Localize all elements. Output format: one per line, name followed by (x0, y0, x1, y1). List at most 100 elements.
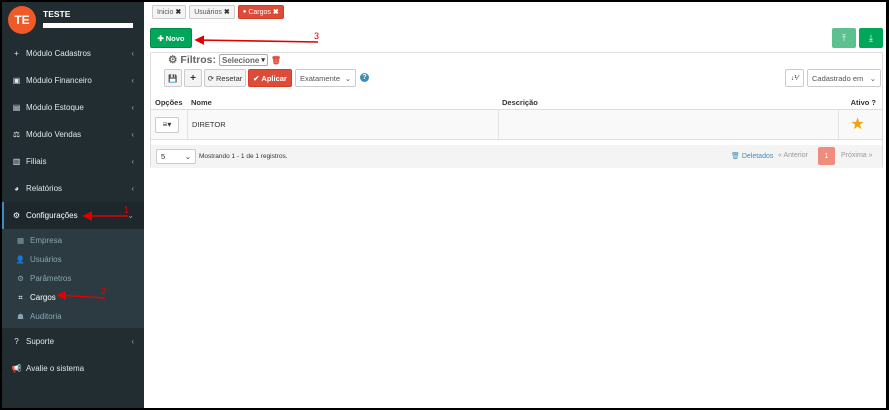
filters-label: Filtros: (180, 54, 217, 66)
chevron-left-icon: ‹ (131, 130, 134, 139)
cargos-table: Opções Nome Descrição Ativo ? ≡▾ DIRETOR… (151, 95, 882, 140)
download-icon: ⤓ (869, 32, 873, 43)
save-icon: 💾 (168, 73, 178, 83)
upload-icon: ⤒ (842, 32, 846, 43)
download-button[interactable]: ⤓ (859, 28, 883, 48)
sidebar-item-avalie[interactable]: 📢 Avalie o sistema (2, 355, 144, 382)
page-size-select[interactable]: 5 ⌄ (156, 149, 196, 164)
building-icon: ▥ (12, 157, 21, 166)
header-options: Opções (155, 97, 183, 107)
sidebar-item-label: Módulo Estoque (26, 103, 84, 112)
submenu-item-auditoria[interactable]: ☗ Auditoria (2, 307, 144, 326)
tab-bar: Inicio ✖ Usuários ✖ ● Cargos ✖ (152, 5, 284, 19)
table-footer: 5 ⌄ Mostrando 1 - 1 de 1 registros. 🗑 De… (151, 145, 882, 168)
pie-chart-icon: ◕ (14, 184, 19, 193)
configuracoes-submenu: ▦ Empresa 👤 Usuários ⚙ Parâmetros ⌗ Carg… (2, 229, 144, 328)
submenu-item-label: Cargos (30, 293, 56, 302)
order-by-select[interactable]: Cadastrado em ⌄ (807, 69, 881, 87)
submenu-item-label: Parâmetros (30, 274, 72, 283)
sidebar-item-label: Módulo Cadastros (26, 49, 91, 58)
plus-icon: + (14, 49, 19, 58)
building-icon: ▦ (16, 236, 25, 245)
apply-button[interactable]: ✔ Aplicar (248, 69, 292, 87)
novo-button[interactable]: ✚ Novo (150, 28, 192, 48)
upload-button[interactable]: ⤒ (832, 28, 856, 48)
check-icon: ✔ (253, 73, 260, 83)
tab-label: Usuários (194, 8, 222, 16)
description-cell (498, 110, 838, 139)
chevron-left-icon: ‹ (131, 103, 134, 112)
sidebar-item-estoque[interactable]: ▤ Módulo Estoque ‹ (2, 94, 144, 121)
bullhorn-icon: 📢 (11, 364, 22, 373)
sidebar-item-financeiro[interactable]: ▣ Módulo Financeiro ‹ (2, 67, 144, 94)
filter-select[interactable]: Selecione ▾ (219, 54, 268, 66)
chevron-down-icon: ⌄ (344, 73, 351, 83)
row-options-button[interactable]: ≡▾ (155, 116, 179, 133)
sidebar-item-cadastros[interactable]: + Módulo Cadastros ‹ (2, 40, 144, 67)
gear-icon: ⚙ (168, 54, 178, 66)
archive-icon: ▤ (12, 103, 21, 112)
tab-cargos[interactable]: ● Cargos ✖ (237, 5, 284, 19)
deleted-link[interactable]: 🗑 Deletados (731, 152, 773, 160)
submenu-item-cargos[interactable]: ⌗ Cargos (2, 288, 144, 307)
deleted-link-label: Deletados (741, 153, 774, 160)
help-icon[interactable]: ? (360, 73, 369, 82)
header-active[interactable]: Ativo ? (838, 98, 882, 107)
close-icon[interactable]: ✖ (175, 8, 181, 16)
refresh-icon: ⟳ (207, 73, 215, 83)
chevron-left-icon: ‹ (131, 337, 134, 346)
user-secret-icon: ☗ (17, 312, 24, 321)
plus-icon: + (190, 72, 196, 84)
trash-icon: 🗑 (731, 153, 740, 160)
chevron-down-icon: ⌄ (869, 73, 876, 83)
sidebar-item-suporte[interactable]: ? Suporte ‹ (2, 328, 144, 355)
pagination-current[interactable]: 1 (818, 147, 835, 165)
options-cell: ≡▾ (151, 116, 187, 133)
header-name[interactable]: Nome (187, 98, 498, 107)
apply-button-label: Aplicar (261, 73, 287, 83)
add-filter-button[interactable]: + (184, 69, 202, 87)
page-size-value: 5 (161, 152, 166, 161)
tab-label: Cargos (248, 8, 271, 16)
chevron-down-icon: ⌄ (184, 152, 191, 161)
app-frame: TE TESTE + Módulo Cadastros ‹ ▣ Módulo F… (2, 2, 886, 408)
sidebar-item-vendas[interactable]: ⚖ Módulo Vendas ‹ (2, 121, 144, 148)
sidebar-item-label: Suporte (26, 337, 55, 346)
pagination-next[interactable]: Próxima » (841, 152, 873, 159)
sort-numeric-icon: ↓⅟ (790, 75, 799, 82)
header-description[interactable]: Descrição (498, 95, 838, 109)
close-icon[interactable]: ✖ (273, 8, 279, 16)
submenu-item-label: Auditoria (30, 312, 62, 321)
pagination-prev[interactable]: « Anterior (778, 152, 808, 159)
active-cell: ★ (838, 110, 882, 139)
sidebar-item-configuracoes[interactable]: ⚙ Configurações ⌄ (2, 202, 144, 229)
sidebar-item-label: Avalie o sistema (26, 364, 85, 373)
submenu-item-usuarios[interactable]: 👤 Usuários (2, 250, 144, 269)
question-circle-icon: ? (14, 337, 19, 346)
trash-icon[interactable]: 🗑 (271, 56, 281, 65)
filter-select-value: Selecione (222, 55, 260, 65)
close-icon[interactable]: ✖ (224, 8, 230, 16)
records-count: Mostrando 1 - 1 de 1 registros. (199, 153, 288, 160)
sitemap-icon: ⌗ (18, 292, 23, 302)
tab-inicio[interactable]: Inicio ✖ (152, 5, 187, 19)
sort-direction-button[interactable]: ↓⅟ (785, 69, 804, 87)
save-filter-button[interactable]: 💾 (164, 69, 182, 87)
table-row[interactable]: ≡▾ DIRETOR ★ (151, 110, 882, 140)
chevron-left-icon: ‹ (131, 49, 134, 58)
match-mode-select[interactable]: Exatamente ⌄ (295, 69, 356, 87)
chevron-left-icon: ‹ (131, 157, 134, 166)
bars-caret-icon: ≡▾ (162, 120, 172, 129)
tab-label: Inicio (157, 8, 174, 16)
sidebar-item-label: Filiais (26, 157, 47, 166)
tab-usuarios[interactable]: Usuários ✖ (189, 5, 235, 19)
chevron-left-icon: ‹ (131, 184, 134, 193)
submenu-item-empresa[interactable]: ▦ Empresa (2, 231, 144, 250)
submenu-item-parametros[interactable]: ⚙ Parâmetros (2, 269, 144, 288)
reset-button[interactable]: ⟳ Resetar (204, 69, 246, 87)
order-by-value: Cadastrado em (812, 73, 864, 83)
balance-scale-icon: ⚖ (12, 130, 21, 139)
sidebar-item-filiais[interactable]: ▥ Filiais ‹ (2, 148, 144, 175)
star-icon[interactable]: ★ (850, 116, 864, 133)
sidebar-item-relatorios[interactable]: ◕ Relatórios ‹ (2, 175, 144, 202)
